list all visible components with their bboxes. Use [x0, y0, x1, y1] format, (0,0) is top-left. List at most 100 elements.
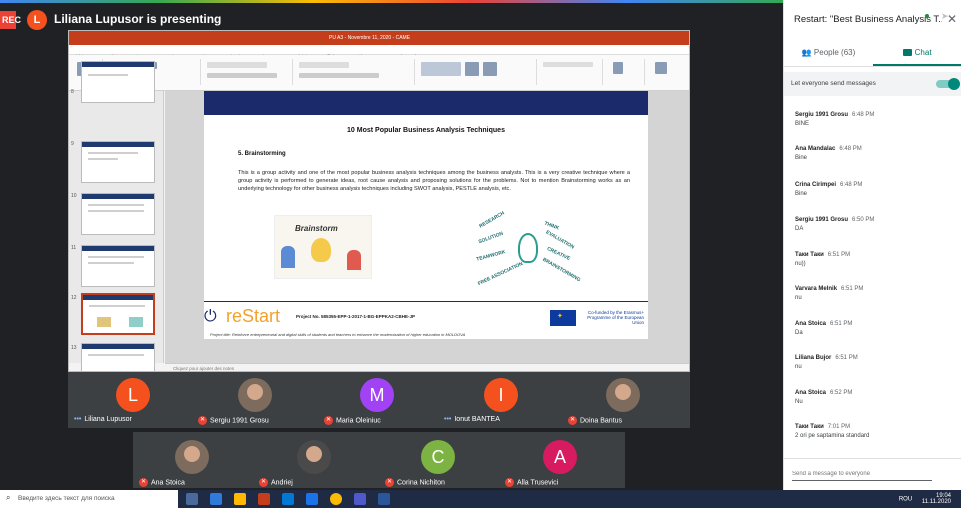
thumb-number: 11 [71, 245, 77, 251]
brainstorm-image-text: Brainstorm [295, 224, 338, 233]
mic-off-icon: ✕ [505, 478, 514, 487]
task-view-icon[interactable] [186, 493, 198, 505]
teams-icon[interactable] [354, 493, 366, 505]
windows-taskbar: ⌕ Введите здесь текст для поиска ROU 19:… [0, 490, 961, 508]
chat-side-panel: Restart: "Best Business Analysis T... ✕ … [783, 0, 961, 490]
edge-icon[interactable] [210, 493, 222, 505]
allow-messages-toggle[interactable] [936, 78, 960, 90]
slide-thumbnails: 8 9 10 11 12 13 14 [69, 61, 164, 371]
powerpoint-window-title: PU A3 - Novembre 11, 2020 - CAME [329, 35, 411, 41]
project-number: Project No. 585355-EPP-1-2017-1-BG-EPPKA… [296, 314, 416, 319]
search-icon: ⌕ [6, 493, 11, 502]
office-icon[interactable] [258, 493, 270, 505]
participant-avatar [297, 440, 331, 474]
erasmus-label: Co-funded by the Erasmus+ Programme of t… [587, 310, 644, 325]
participant-name: ✕ Andriej [259, 478, 293, 487]
participant-avatar: C [421, 440, 455, 474]
chat-message: Sergiu 1991 Grosu 6:48 PM BINE [795, 112, 875, 127]
wordcloud-word: FREE ASSOCIATION [477, 260, 524, 288]
speaking-indicator-icon: ••• [444, 416, 452, 423]
notes-placeholder: Cliquez pour ajouter des notes [173, 366, 235, 371]
divider [784, 66, 961, 67]
find-icon[interactable] [543, 62, 593, 67]
participant-name: ✕ Corina Nichiton [385, 478, 445, 487]
mic-off-icon: ✕ [139, 478, 148, 487]
ribbon-group-drawing [417, 59, 537, 85]
slide-thumbnail[interactable] [81, 343, 155, 371]
person-icon [347, 250, 361, 270]
align-icon[interactable] [299, 73, 379, 78]
font-selector-icon[interactable] [207, 62, 267, 68]
powerpoint-ribbon [69, 55, 689, 91]
participant-name: ✕ Alla Trusevici [505, 478, 559, 487]
brainstorming-wordcloud-image: RESEARCH SOLUTION THINK TEAMWORK EVALUAT… [474, 210, 581, 289]
dictate-icon[interactable] [613, 62, 623, 74]
participant-avatar: I [484, 378, 518, 412]
notes-pane[interactable]: Cliquez pour ajouter des notes [165, 363, 689, 371]
meeting-title: Restart: "Best Business Analysis T... [794, 14, 942, 25]
thumb-number: 9 [71, 141, 74, 147]
current-slide[interactable]: 10 Most Popular Business Analysis Techni… [204, 91, 648, 339]
taskbar-search-placeholder: Введите здесь текст для поиска [18, 495, 115, 502]
mic-off-icon: ✕ [385, 478, 394, 487]
tab-people[interactable]: 👥 People (63) [784, 42, 873, 66]
powerpoint-title-bar: PU A3 - Novembre 11, 2020 - CAME [69, 31, 689, 45]
quick-styles-icon[interactable] [483, 62, 497, 76]
file-explorer-icon[interactable] [234, 493, 246, 505]
chat-icon [903, 49, 913, 57]
ribbon-group-designer [647, 59, 687, 85]
status-dot-icon [925, 14, 929, 18]
slide-editor: 10 Most Popular Business Analysis Techni… [165, 91, 689, 363]
slide-body-text: This is a group activity and one of the … [238, 170, 630, 192]
participants-row-1: L ••• Liliana Lupusor ✕ Sergiu 1991 Grosu … [68, 372, 690, 428]
thumb-number: 8 [71, 89, 74, 95]
mic-off-icon: ✕ [568, 416, 577, 425]
slide-title: 10 Most Popular Business Analysis Techni… [347, 127, 505, 134]
participant-avatar [238, 378, 272, 412]
tray-language[interactable]: ROU [899, 497, 912, 503]
slide-thumbnail[interactable] [81, 141, 155, 183]
chat-message: Crina Cirimpei 6:48 PM Bine [795, 182, 863, 197]
tray-date[interactable]: 11.11.2020 [922, 499, 951, 505]
mic-off-icon: ✕ [198, 416, 207, 425]
chat-message: Liliana Bujor 6:51 PM nu [795, 355, 858, 370]
lightbulb-icon [518, 233, 538, 263]
slide-thumbnail[interactable] [81, 245, 155, 287]
participant-avatar: L [116, 378, 150, 412]
taskbar-search[interactable]: ⌕ Введите здесь текст для поиска [0, 490, 178, 508]
list-icon[interactable] [299, 62, 349, 68]
color-strip [0, 0, 783, 3]
shapes-icon[interactable] [421, 62, 461, 76]
participant-avatar: M [360, 378, 394, 412]
tab-chat[interactable]: Chat [873, 42, 961, 66]
slide-thumbnail[interactable] [81, 193, 155, 235]
participant-name: ✕ Doina Bantus [568, 416, 623, 425]
presenter-avatar: L [27, 10, 47, 30]
chat-message: Таки Таки 7:01 PM 2 ori pe saptamina stand… [795, 424, 870, 439]
speaking-indicator-icon: ••• [74, 416, 82, 423]
participant-name: ••• Liliana Lupusor [74, 416, 132, 423]
store-icon[interactable] [282, 493, 294, 505]
arrange-icon[interactable] [465, 62, 479, 76]
people-icon: 👥 [801, 48, 812, 57]
chat-input-area [784, 458, 961, 490]
project-title: Project title: Reinforce entrepreneurial… [210, 332, 466, 337]
slide-thumbnail[interactable] [81, 61, 155, 103]
ribbon-group-voice [605, 59, 645, 85]
ribbon-group-font [203, 59, 293, 85]
send-icon[interactable]: ➤ [941, 11, 949, 22]
thumb-number: 12 [71, 295, 77, 301]
participant-avatar: A [543, 440, 577, 474]
chat-message-input[interactable] [792, 467, 932, 481]
chrome-icon[interactable] [330, 493, 342, 505]
slide-thumbnail-selected[interactable] [81, 293, 155, 335]
font-style-icon[interactable] [207, 73, 277, 78]
mail-icon[interactable] [306, 493, 318, 505]
mic-off-icon: ✕ [324, 416, 333, 425]
designer-icon[interactable] [655, 62, 667, 74]
chat-message: Ana Stoica 6:52 PM Nu [795, 390, 853, 405]
word-icon[interactable] [378, 493, 390, 505]
slide-subtitle: 5. Brainstorming [238, 151, 286, 157]
participant-name: ••• Ionut BANTEA [444, 416, 500, 423]
restart-logo-icon: ⏻ [204, 308, 217, 325]
